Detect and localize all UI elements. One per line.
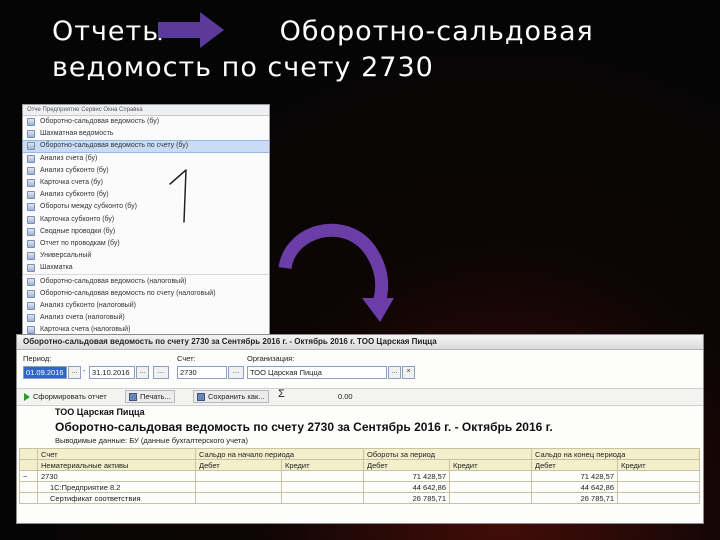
col-close-debit: Дебет: [531, 459, 618, 471]
title-arrow-icon: [158, 12, 224, 48]
period-select-button[interactable]: …: [153, 366, 169, 379]
report-icon: [27, 130, 35, 139]
menu-bar[interactable]: Отче Предприятие Сервис Окна Справка: [23, 105, 269, 116]
account-label: Счет:: [177, 354, 196, 363]
period-to-field[interactable]: 31.10.2016: [89, 366, 135, 379]
report-icon: [27, 142, 35, 151]
report-organization: ТОО Царская Пицца: [55, 407, 145, 417]
play-icon: [24, 393, 30, 402]
generate-report-button[interactable]: Сформировать отчет: [21, 391, 110, 402]
menu-item[interactable]: Анализ субконто (бу): [23, 189, 269, 201]
report-icon: [27, 277, 35, 286]
menu-item[interactable]: Карточка счета (бу): [23, 177, 269, 189]
reports-menu: Отче Предприятие Сервис Окна Справка Обо…: [22, 104, 270, 340]
menu-item-selected[interactable]: Оборотно-сальдовая ведомость по счету (б…: [23, 140, 269, 153]
menu-item[interactable]: Оборотно-сальдовая ведомость (налоговый): [23, 274, 269, 287]
report-icon: [27, 301, 35, 310]
col-account: Счет: [37, 448, 196, 460]
report-parameters: Период: 01.09.2016 … - 31.10.2016 … … Сч…: [17, 350, 703, 388]
report-icon: [27, 314, 35, 323]
organization-field[interactable]: ТОО Царская Пицца: [247, 366, 387, 379]
table-header-row: Счет Сальдо на начало периода Обороты за…: [19, 448, 700, 460]
period-label: Период:: [23, 354, 52, 363]
report-icon: [27, 227, 35, 236]
report-subheading: Выводимые данные: БУ (данные бухгалтерск…: [55, 436, 248, 445]
menu-item[interactable]: Обороты между субконто (бу): [23, 201, 269, 213]
report-window-title: Оборотно-сальдовая ведомость по счету 27…: [17, 335, 703, 350]
col-turn-credit: Кредит: [449, 459, 532, 471]
report-icon: [27, 264, 35, 273]
account-field[interactable]: 2730: [177, 366, 227, 379]
period-from-calendar-button[interactable]: …: [68, 366, 81, 379]
col-assets: Нематериальные активы: [37, 459, 196, 471]
report-icon: [27, 215, 35, 224]
table-row[interactable]: Сертификат соответствия 26 785,71 26 785…: [19, 492, 700, 504]
curved-arrow-icon: [278, 223, 394, 322]
print-button[interactable]: Печать...: [125, 390, 175, 403]
menu-item[interactable]: Анализ счета (налоговый): [23, 312, 269, 324]
handwritten-number-one: [167, 167, 189, 225]
table-subheader-row: Нематериальные активы Дебет Кредит Дебет…: [19, 459, 700, 471]
col-close-balance: Сальдо на конец периода: [531, 448, 700, 460]
col-open-debit: Дебет: [195, 459, 282, 471]
col-close-credit: Кредит: [617, 459, 700, 471]
organization-label: Организация:: [247, 354, 295, 363]
save-as-button[interactable]: Сохранить как...: [193, 390, 269, 403]
menu-item[interactable]: Анализ субконто (налоговый): [23, 300, 269, 312]
report-heading: Оборотно-сальдовая ведомость по счету 27…: [55, 420, 553, 434]
col-turnover: Обороты за период: [363, 448, 532, 460]
col-open-credit: Кредит: [281, 459, 364, 471]
table-row[interactable]: − 2730 71 428,57 71 428,57: [19, 470, 700, 482]
menu-item[interactable]: Карточка субконто (бу): [23, 214, 269, 226]
menu-item[interactable]: Анализ субконто (бу): [23, 165, 269, 177]
report-table: Счет Сальдо на начало периода Обороты за…: [19, 448, 700, 504]
menu-item[interactable]: Оборотно-сальдовая ведомость (бу): [23, 116, 269, 128]
report-icon: [27, 154, 35, 163]
report-icon: [27, 239, 35, 248]
report-icon: [27, 289, 35, 298]
report-icon: [27, 191, 35, 200]
menu-item[interactable]: Отчет по проводкам (бу): [23, 238, 269, 250]
menu-item[interactable]: Анализ счета (бу): [23, 153, 269, 165]
table-row[interactable]: 1С:Предприятие 8.2 44 642,86 44 642,86: [19, 481, 700, 493]
collapse-toggle[interactable]: −: [19, 470, 38, 482]
menu-item[interactable]: Шахматка: [23, 262, 269, 274]
disk-icon: [197, 393, 205, 402]
organization-select-button[interactable]: …: [388, 366, 401, 379]
sigma-icon[interactable]: Σ: [275, 389, 288, 400]
menu-item[interactable]: Универсальный: [23, 250, 269, 262]
sigma-value: 0.00: [338, 392, 353, 401]
organization-clear-button[interactable]: ×: [402, 366, 415, 379]
account-select-button[interactable]: …: [228, 366, 244, 379]
menu-item[interactable]: Сводные проводки (бу): [23, 226, 269, 238]
report-toolbar: Сформировать отчет Печать... Сохранить к…: [17, 388, 703, 406]
period-from-field[interactable]: 01.09.2016: [23, 366, 67, 379]
report-icon: [27, 203, 35, 212]
report-icon: [27, 252, 35, 261]
period-dash: -: [83, 366, 86, 375]
period-to-calendar-button[interactable]: …: [136, 366, 149, 379]
report-icon: [27, 179, 35, 188]
col-turn-debit: Дебет: [363, 459, 450, 471]
menu-item[interactable]: Оборотно-сальдовая ведомость по счету (н…: [23, 288, 269, 300]
report-icon: [27, 118, 35, 127]
printer-icon: [129, 393, 137, 402]
report-icon: [27, 166, 35, 175]
report-window: Оборотно-сальдовая ведомость по счету 27…: [16, 334, 704, 524]
col-open-balance: Сальдо на начало периода: [195, 448, 364, 460]
menu-item[interactable]: Шахматная ведомость: [23, 128, 269, 140]
